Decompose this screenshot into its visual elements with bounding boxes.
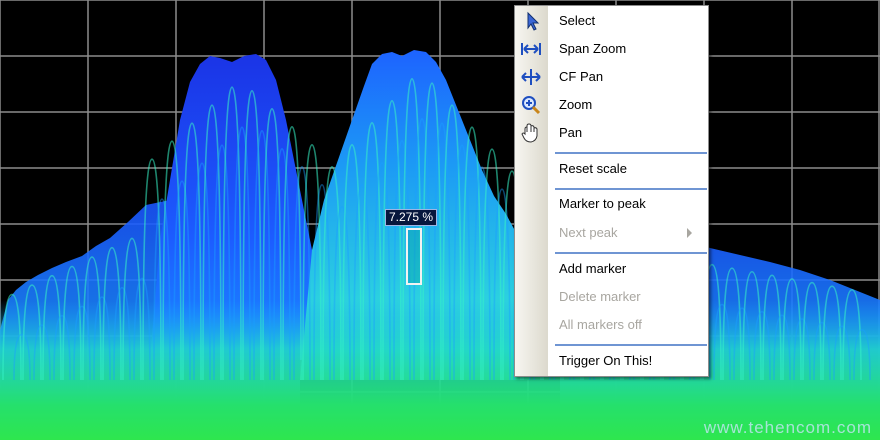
magnifier-icon xyxy=(520,95,542,115)
hand-icon xyxy=(520,123,542,143)
menu-item-label: Pan xyxy=(559,125,583,140)
menu-item-delete-marker[interactable]: Delete marker xyxy=(515,284,708,310)
menu-separator xyxy=(555,152,707,154)
menu-item-label: Delete marker xyxy=(559,289,641,304)
menu-item-cf-pan[interactable]: CF Pan xyxy=(515,64,708,90)
cursor-icon xyxy=(520,11,542,31)
menu-item-label: Zoom xyxy=(559,97,593,112)
menu-item-label: Trigger On This! xyxy=(559,353,653,368)
marker-cursor-box[interactable] xyxy=(406,228,422,285)
cf-pan-icon xyxy=(520,67,542,87)
menu-separator xyxy=(555,252,707,254)
menu-item-label: Next peak xyxy=(559,225,618,240)
menu-item-label: Marker to peak xyxy=(559,196,646,211)
watermark: www.tehencom.com xyxy=(703,418,872,437)
span-zoom-icon xyxy=(520,39,542,59)
context-menu: Select Span Zoom CF Pan Zoom Pan Reset s… xyxy=(514,5,709,377)
menu-item-reset-scale[interactable]: Reset scale xyxy=(515,156,708,182)
menu-item-label: All markers off xyxy=(559,317,642,332)
menu-item-zoom[interactable]: Zoom xyxy=(515,92,708,118)
spectrum-display[interactable] xyxy=(0,0,880,440)
menu-item-pan[interactable]: Pan xyxy=(515,120,708,146)
menu-item-span-zoom[interactable]: Span Zoom xyxy=(515,36,708,62)
submenu-arrow-icon xyxy=(687,228,692,238)
menu-separator xyxy=(555,344,707,346)
menu-item-next-peak[interactable]: Next peak xyxy=(515,220,708,246)
marker-readout: 7.275 % xyxy=(385,209,438,226)
menu-item-label: CF Pan xyxy=(559,69,604,84)
menu-item-select[interactable]: Select xyxy=(515,8,708,34)
menu-item-label: Add marker xyxy=(559,261,627,276)
menu-item-all-markers-off[interactable]: All markers off xyxy=(515,312,708,338)
menu-item-label: Select xyxy=(559,13,596,28)
menu-item-trigger-on-this[interactable]: Trigger On This! xyxy=(515,348,708,374)
menu-item-label: Reset scale xyxy=(559,161,627,176)
menu-item-marker-to-peak[interactable]: Marker to peak xyxy=(515,191,708,217)
menu-item-add-marker[interactable]: Add marker xyxy=(515,256,708,282)
menu-item-label: Span Zoom xyxy=(559,41,627,56)
menu-separator xyxy=(555,188,707,190)
signal-trace xyxy=(0,50,880,440)
